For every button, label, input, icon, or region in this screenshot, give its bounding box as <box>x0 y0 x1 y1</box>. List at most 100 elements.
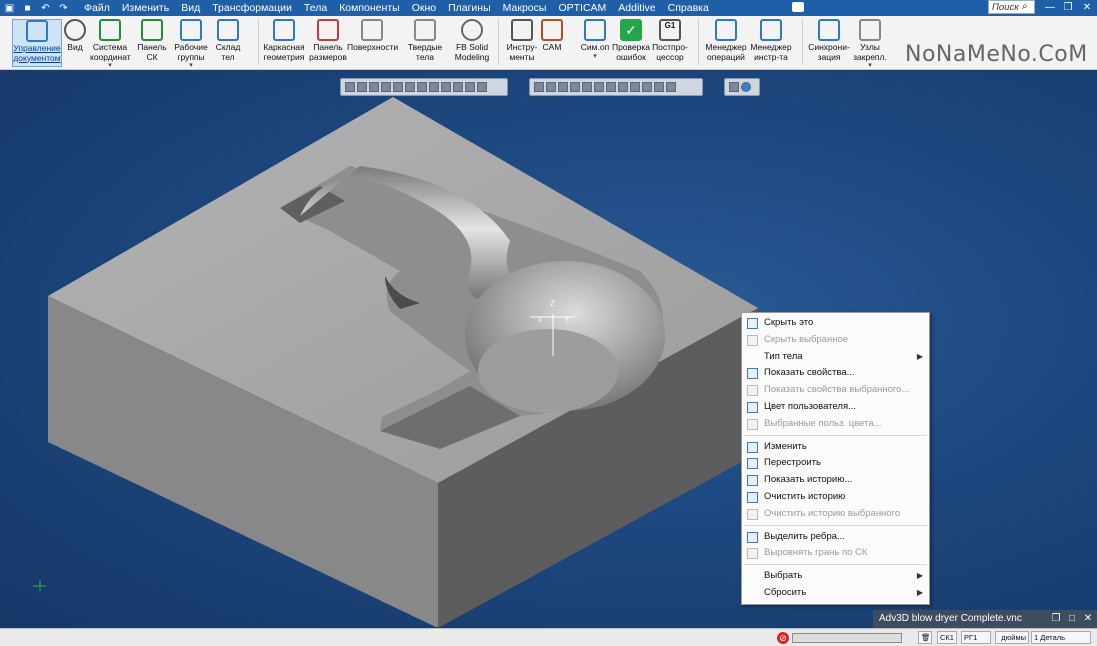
ribbon-button[interactable]: Панель СК <box>132 19 172 67</box>
menu-item[interactable]: Трансформации <box>206 0 298 16</box>
ribbon-button-label: Склад тел <box>215 42 241 62</box>
context-menu-label: Выбрать <box>764 570 803 582</box>
mini-axis-icon <box>33 580 46 591</box>
trash-icon[interactable]: 🗑 <box>918 631 932 644</box>
status-cs[interactable]: СК1 <box>937 631 957 644</box>
context-menu-item: Скрыть выбранное <box>742 332 929 348</box>
close-button[interactable]: ✕ <box>1078 0 1096 16</box>
document-management-icon <box>26 20 48 42</box>
menu-item[interactable]: Файл <box>78 0 116 16</box>
search-icon[interactable]: ⌕ <box>1022 1 1028 12</box>
menu-item[interactable]: Изменить <box>116 0 175 16</box>
ribbon-button[interactable]: Менеджер инстр-та <box>748 19 794 67</box>
user-color-icon <box>747 402 758 413</box>
context-menu-separator <box>744 524 927 526</box>
ribbon-button[interactable]: Рабочие группы ▾ <box>173 19 209 69</box>
ribbon-button[interactable]: Склад тел <box>209 19 247 67</box>
ribbon-toolbar: Управление документом Вид Система координа… <box>0 16 1097 70</box>
ribbon-button[interactable]: Инстру- менты <box>505 19 539 67</box>
save-icon[interactable]: ■ <box>20 2 35 15</box>
ribbon-button[interactable]: Менеджер операций <box>704 19 748 67</box>
context-menu-item[interactable]: Скрыть это <box>742 315 929 331</box>
menu-item[interactable]: Окно <box>406 0 442 16</box>
menu-item[interactable]: Справка <box>662 0 715 16</box>
status-units[interactable]: дюймы <box>995 631 1029 644</box>
chat-icon[interactable] <box>792 2 804 12</box>
ribbon-button-label: Узлы закрепл. <box>853 42 887 62</box>
ribbon-button-label: FB Solid Modeling <box>454 42 490 62</box>
ribbon-button-label: Инстру- менты <box>506 42 538 62</box>
restore-doc-icon[interactable]: ❐ <box>1049 610 1063 628</box>
context-menu-item[interactable]: Выделить ребра... <box>742 529 929 545</box>
context-menu-item[interactable]: Изменить <box>742 439 929 455</box>
context-menu-item[interactable]: Очистить историю <box>742 489 929 505</box>
restore-button[interactable]: ❐ <box>1059 0 1077 16</box>
submenu-arrow-icon: ▶ <box>916 571 923 581</box>
ribbon-button[interactable]: ✓ Проверка ошибок <box>611 19 651 67</box>
redo-icon[interactable]: ↷ <box>56 2 71 15</box>
ribbon-button-label: Поверхности <box>347 42 399 52</box>
menu-item[interactable]: Компоненты <box>333 0 406 16</box>
ribbon-button[interactable]: Поверхности <box>347 19 399 67</box>
ribbon-button[interactable]: Вид <box>64 19 86 67</box>
menu-item[interactable]: Плагины <box>442 0 497 16</box>
close-doc-icon[interactable]: ✕ <box>1081 610 1095 628</box>
ribbon-button[interactable]: G1 Постпро- цессор <box>652 19 688 67</box>
wireframe-icon <box>273 19 295 41</box>
menu-item[interactable]: Вид <box>175 0 206 16</box>
document-window-tab[interactable]: Adv3D blow dryer Complete.vnc ❐ □ ✕ <box>873 610 1097 628</box>
ribbon-button[interactable]: Каркасная геометрия <box>262 19 306 67</box>
clear-history-selected-icon <box>747 508 758 520</box>
context-menu-item[interactable]: Перестроить <box>742 455 929 471</box>
context-menu-label: Выбранные польз. цвета... <box>764 417 882 429</box>
coordinate-system-icon <box>99 19 121 41</box>
context-menu-label: Показать свойства выбранного... <box>764 384 910 396</box>
context-menu-separator <box>744 564 927 566</box>
ribbon-button[interactable]: Система координат ▾ <box>90 19 131 69</box>
context-menu-label: Цвет пользователя... <box>764 401 857 412</box>
ribbon-button[interactable]: Сим.оп ▾ <box>578 19 612 67</box>
app-logo-icon[interactable]: ▣ <box>2 2 17 15</box>
stop-icon[interactable]: ⊘ <box>777 632 789 644</box>
part-model[interactable]: Z X Y <box>0 71 1097 627</box>
fb-solid-icon <box>461 19 483 41</box>
ribbon-button[interactable]: Панель размеров <box>308 19 348 67</box>
ribbon-button-label: Управление документом <box>13 43 61 63</box>
ribbon-button[interactable]: CAM <box>540 19 564 67</box>
context-menu-separator <box>744 434 927 436</box>
ribbon-button-label: Рабочие группы <box>174 42 208 62</box>
ribbon-button[interactable]: Твердые тела <box>399 19 451 67</box>
watermark: NoNaMeNo.CoM <box>905 42 1088 67</box>
ribbon-button[interactable]: Синхрони- зация <box>807 19 851 67</box>
minimize-button[interactable]: — <box>1041 0 1059 16</box>
fixtures-icon <box>859 19 881 41</box>
context-menu-item[interactable]: Цвет пользователя... <box>742 399 929 415</box>
undo-icon[interactable]: ↶ <box>38 2 53 15</box>
ribbon-button[interactable]: Управление документом <box>12 19 62 67</box>
ribbon-button[interactable]: Узлы закрепл. ▾ <box>851 19 889 69</box>
maximize-doc-icon[interactable]: □ <box>1065 610 1079 628</box>
chevron-down-icon[interactable]: ▾ <box>90 62 130 69</box>
3d-viewport[interactable]: Z X Y Скрыть это Скрыть выбранное Тип тела… <box>0 71 1097 627</box>
context-menu-item[interactable]: Сбросить ▶ <box>742 585 929 601</box>
title-menu-bar: ▣ ■ ↶ ↷ Файл Изменить Вид Трансформации Тела… <box>0 0 1097 16</box>
menu-item[interactable]: OPTICAM <box>552 0 612 16</box>
ribbon-button[interactable]: FB Solid Modeling <box>452 19 492 67</box>
ribbon-separator <box>802 19 803 65</box>
ribbon-button-label: Вид <box>67 42 83 52</box>
context-menu-label: Выровнять грань по СК <box>764 547 868 559</box>
context-menu-item[interactable]: Выбрать ▶ <box>742 568 929 584</box>
context-menu-item[interactable]: Показать историю... <box>742 472 929 488</box>
menu-item[interactable]: Additive <box>612 0 661 16</box>
menu-item[interactable]: Тела <box>298 0 333 16</box>
chevron-down-icon[interactable]: ▾ <box>851 62 889 69</box>
chevron-down-icon[interactable]: ▾ <box>578 53 612 60</box>
chevron-down-icon[interactable]: ▾ <box>173 62 209 69</box>
context-menu-item[interactable]: Тип тела ▶ <box>742 349 929 365</box>
context-menu-item[interactable]: Показать свойства... <box>742 365 929 381</box>
ribbon-button-label: Система координат <box>90 42 131 62</box>
edit-icon <box>747 441 758 453</box>
menu-item[interactable]: Макросы <box>497 0 553 16</box>
search-input[interactable]: Поиск <box>988 0 1035 14</box>
status-wg[interactable]: РГ1 <box>961 631 991 644</box>
